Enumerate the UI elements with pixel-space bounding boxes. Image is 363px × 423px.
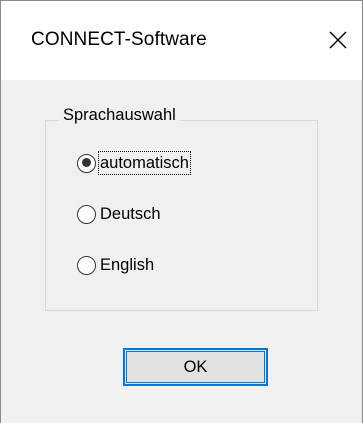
radio-button[interactable] (77, 255, 96, 275)
radio-option-deutsch[interactable]: Deutsch (77, 201, 162, 227)
radio-button-checked[interactable] (77, 153, 96, 173)
radio-label-english: English (100, 256, 155, 274)
radio-label-deutsch: Deutsch (100, 205, 161, 223)
close-icon (329, 31, 347, 49)
radio-label-automatisch: automatisch (98, 151, 191, 175)
title-bar[interactable]: CONNECT-Software (1, 1, 362, 80)
radio-option-english[interactable]: English (77, 252, 155, 278)
close-button[interactable] (318, 13, 362, 63)
dialog-window: CONNECT-Software Sprachauswahl automatis… (0, 0, 363, 423)
language-group-legend: Sprachauswahl (59, 106, 180, 125)
window-title: CONNECT-Software (31, 29, 207, 50)
radio-option-automatisch[interactable]: automatisch (77, 150, 191, 176)
radio-button[interactable] (77, 204, 96, 224)
ok-button[interactable]: OK (123, 348, 268, 386)
